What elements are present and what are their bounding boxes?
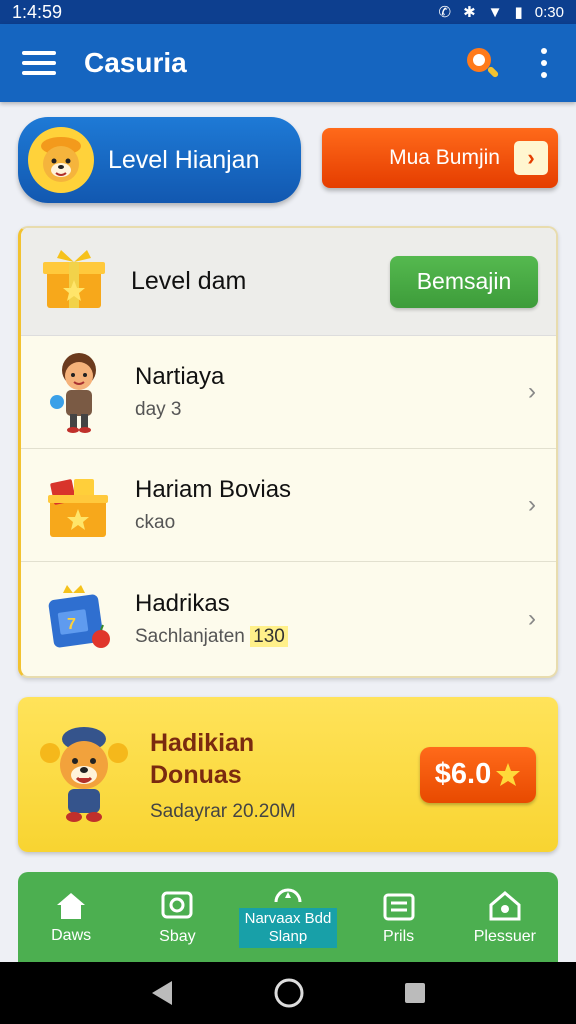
nav-item-profile[interactable]: Plessuer [460,890,550,946]
chevron-right-icon: › [528,604,536,632]
home-circle-icon[interactable] [273,977,305,1009]
star-icon [496,762,521,786]
list-item[interactable]: Nartiaya day 3 › [21,336,556,449]
list-item-subtitle: Sachlanjaten 130 [135,625,528,648]
nav-item-center[interactable]: Narvaax Bdd Slanp [238,888,338,948]
chat-icon [161,891,193,919]
nav-item-chat[interactable]: Sbay [132,890,222,946]
level-card: Level dam Bemsajin Nartiaya day 3 › Hari… [18,226,558,678]
orange-action-button[interactable]: Mua Bumjin › [322,128,558,188]
menu-icon[interactable] [22,51,56,75]
list-item[interactable]: Hariam Bovias ckao › [21,449,556,562]
level-button-label: Level Hianjan [108,145,260,174]
battery-icon: ▮ [514,4,523,21]
chevron-right-icon: › [514,141,548,175]
calendar-icon: 7 [43,579,115,659]
bonus-title-line1: Hadikian [150,728,255,757]
app-bar: Casuria [0,24,576,102]
nav-label: Prils [383,928,415,945]
chevron-right-icon: › [528,491,536,518]
list-icon [383,893,415,921]
search-icon[interactable] [460,41,504,85]
list-item[interactable]: 7 Hadrikas Sachlanjaten 130 › [21,562,556,675]
nav-item-list[interactable]: Prils [354,890,444,946]
list-item-subtitle-text: Sachlanjaten [135,625,245,647]
card-header-button[interactable]: Bemsajin [390,255,538,308]
recents-icon[interactable] [402,980,428,1006]
level-button[interactable]: Level Hianjan [18,117,301,203]
system-navigation-bar [0,962,576,1024]
vibrate-icon: ✱ [463,4,476,21]
nav-label: Plessuer [473,928,536,945]
bear-mascot-icon [36,717,132,832]
nav-center-label: Narvaax Bdd Slanp [238,908,338,948]
list-item-title: Hadrikas [135,589,230,617]
bonus-subtitle: Sadayrar 20.20M [150,800,296,822]
notification-icon: ✆ [438,4,452,21]
svg-text:7: 7 [67,616,76,633]
status-time-right: 0:30 [534,3,564,21]
status-bar: 1:4:59 ✆ ✱ ▼ ▮ 0:30 [0,0,576,24]
status-icons: ✆ ✱ ▼ ▮ 0:30 [438,3,564,22]
nav-item-home[interactable]: Daws [26,891,116,945]
house-outline-icon [489,891,521,921]
nav-label: Sbay [159,928,196,945]
status-time-left: 1:4:59 [12,1,63,22]
orange-button-label: Mua Bumjin [389,146,500,169]
bonus-title-line2: Donuas [150,760,242,789]
list-item-subtitle: ckao [135,512,176,533]
home-icon [57,893,86,919]
character-icon [43,352,115,433]
nav-label: Daws [51,927,92,944]
bear-avatar-icon [28,127,94,193]
list-item-subtitle: day 3 [135,399,182,420]
treasure-box-icon [43,465,115,545]
price-label: $6.0 [434,758,492,790]
app-title: Casuria [84,47,187,78]
back-icon[interactable] [148,979,176,1007]
card-header-title: Level dam [131,267,247,295]
compass-icon [274,888,302,902]
list-item-title: Hariam Bovias [135,476,292,503]
nav-center-label-line1: Narvaax Bdd [244,910,332,927]
bottom-navigation: Daws Sbay Narvaax Bdd Slanp Prils Plessu… [18,872,558,964]
card-header: Level dam Bemsajin [21,228,556,336]
nav-center-label-line2: Slanp [268,928,308,945]
highlight-badge: 130 [250,625,288,647]
list-item-title: Nartiaya [135,363,225,390]
price-button[interactable]: $6.0 [420,746,536,803]
gift-box-icon [39,246,109,317]
chevron-right-icon: › [528,378,536,405]
more-options-icon[interactable] [534,48,554,78]
bonus-card[interactable]: Hadikian Donuas Sadayrar 20.20M $6.0 [18,697,558,852]
wifi-icon: ▼ [487,3,503,21]
